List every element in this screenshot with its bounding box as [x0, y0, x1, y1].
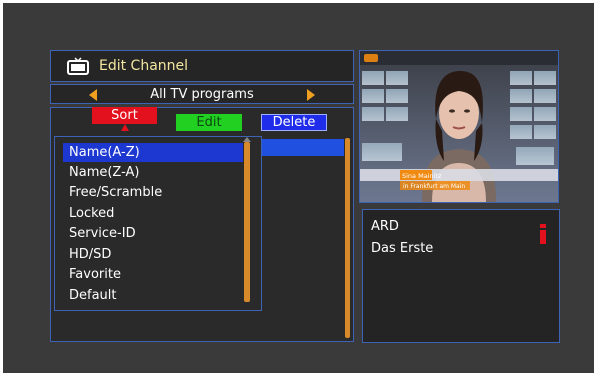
edit-button[interactable]: Edit — [176, 114, 242, 131]
sort-option-free-scramble[interactable]: Free/Scramble — [63, 183, 243, 202]
channel-preview: Sina Mainitz in Frankfurt am Main — [359, 50, 559, 203]
page-title: Edit Channel — [99, 58, 189, 74]
title-bar: Edit Channel — [50, 50, 354, 82]
sort-option-locked[interactable]: Locked — [63, 204, 243, 223]
sort-option-name-a-z[interactable]: Name(A-Z) — [63, 143, 243, 162]
channel-provider: Das Erste — [371, 241, 434, 256]
delete-button[interactable]: Delete — [261, 114, 327, 131]
sort-option-favorite[interactable]: Favorite — [63, 265, 243, 284]
sort-option-default[interactable]: Default — [63, 286, 243, 305]
info-icon — [540, 224, 546, 244]
arrow-left-icon[interactable] — [89, 89, 97, 101]
ticker-name: Sina Mainitz — [402, 172, 442, 180]
sort-caret-icon — [121, 124, 129, 131]
sort-menu: Name(A-Z) Name(Z-A) Free/Scramble Locked… — [54, 136, 262, 311]
channel-info-panel: ARD Das Erste — [362, 209, 560, 343]
ticker-sub: in Frankfurt am Main — [403, 183, 465, 190]
sort-button[interactable]: Sort — [92, 107, 157, 124]
group-selector[interactable]: All TV programs — [50, 84, 354, 104]
channel-name: ARD — [371, 219, 399, 234]
sort-option-service-id[interactable]: Service-ID — [63, 224, 243, 243]
sort-option-name-z-a[interactable]: Name(Z-A) — [63, 163, 243, 182]
tv-icon — [67, 57, 89, 75]
preview-image: Sina Mainitz in Frankfurt am Main — [360, 51, 558, 202]
sort-menu-scrollbar[interactable] — [244, 142, 250, 302]
channel-list-scrollbar[interactable] — [345, 138, 350, 338]
group-label: All TV programs — [150, 86, 254, 102]
sort-option-hd-sd[interactable]: HD/SD — [63, 245, 243, 264]
arrow-right-icon[interactable] — [307, 89, 315, 101]
channel-list-selected-row[interactable] — [262, 139, 344, 156]
